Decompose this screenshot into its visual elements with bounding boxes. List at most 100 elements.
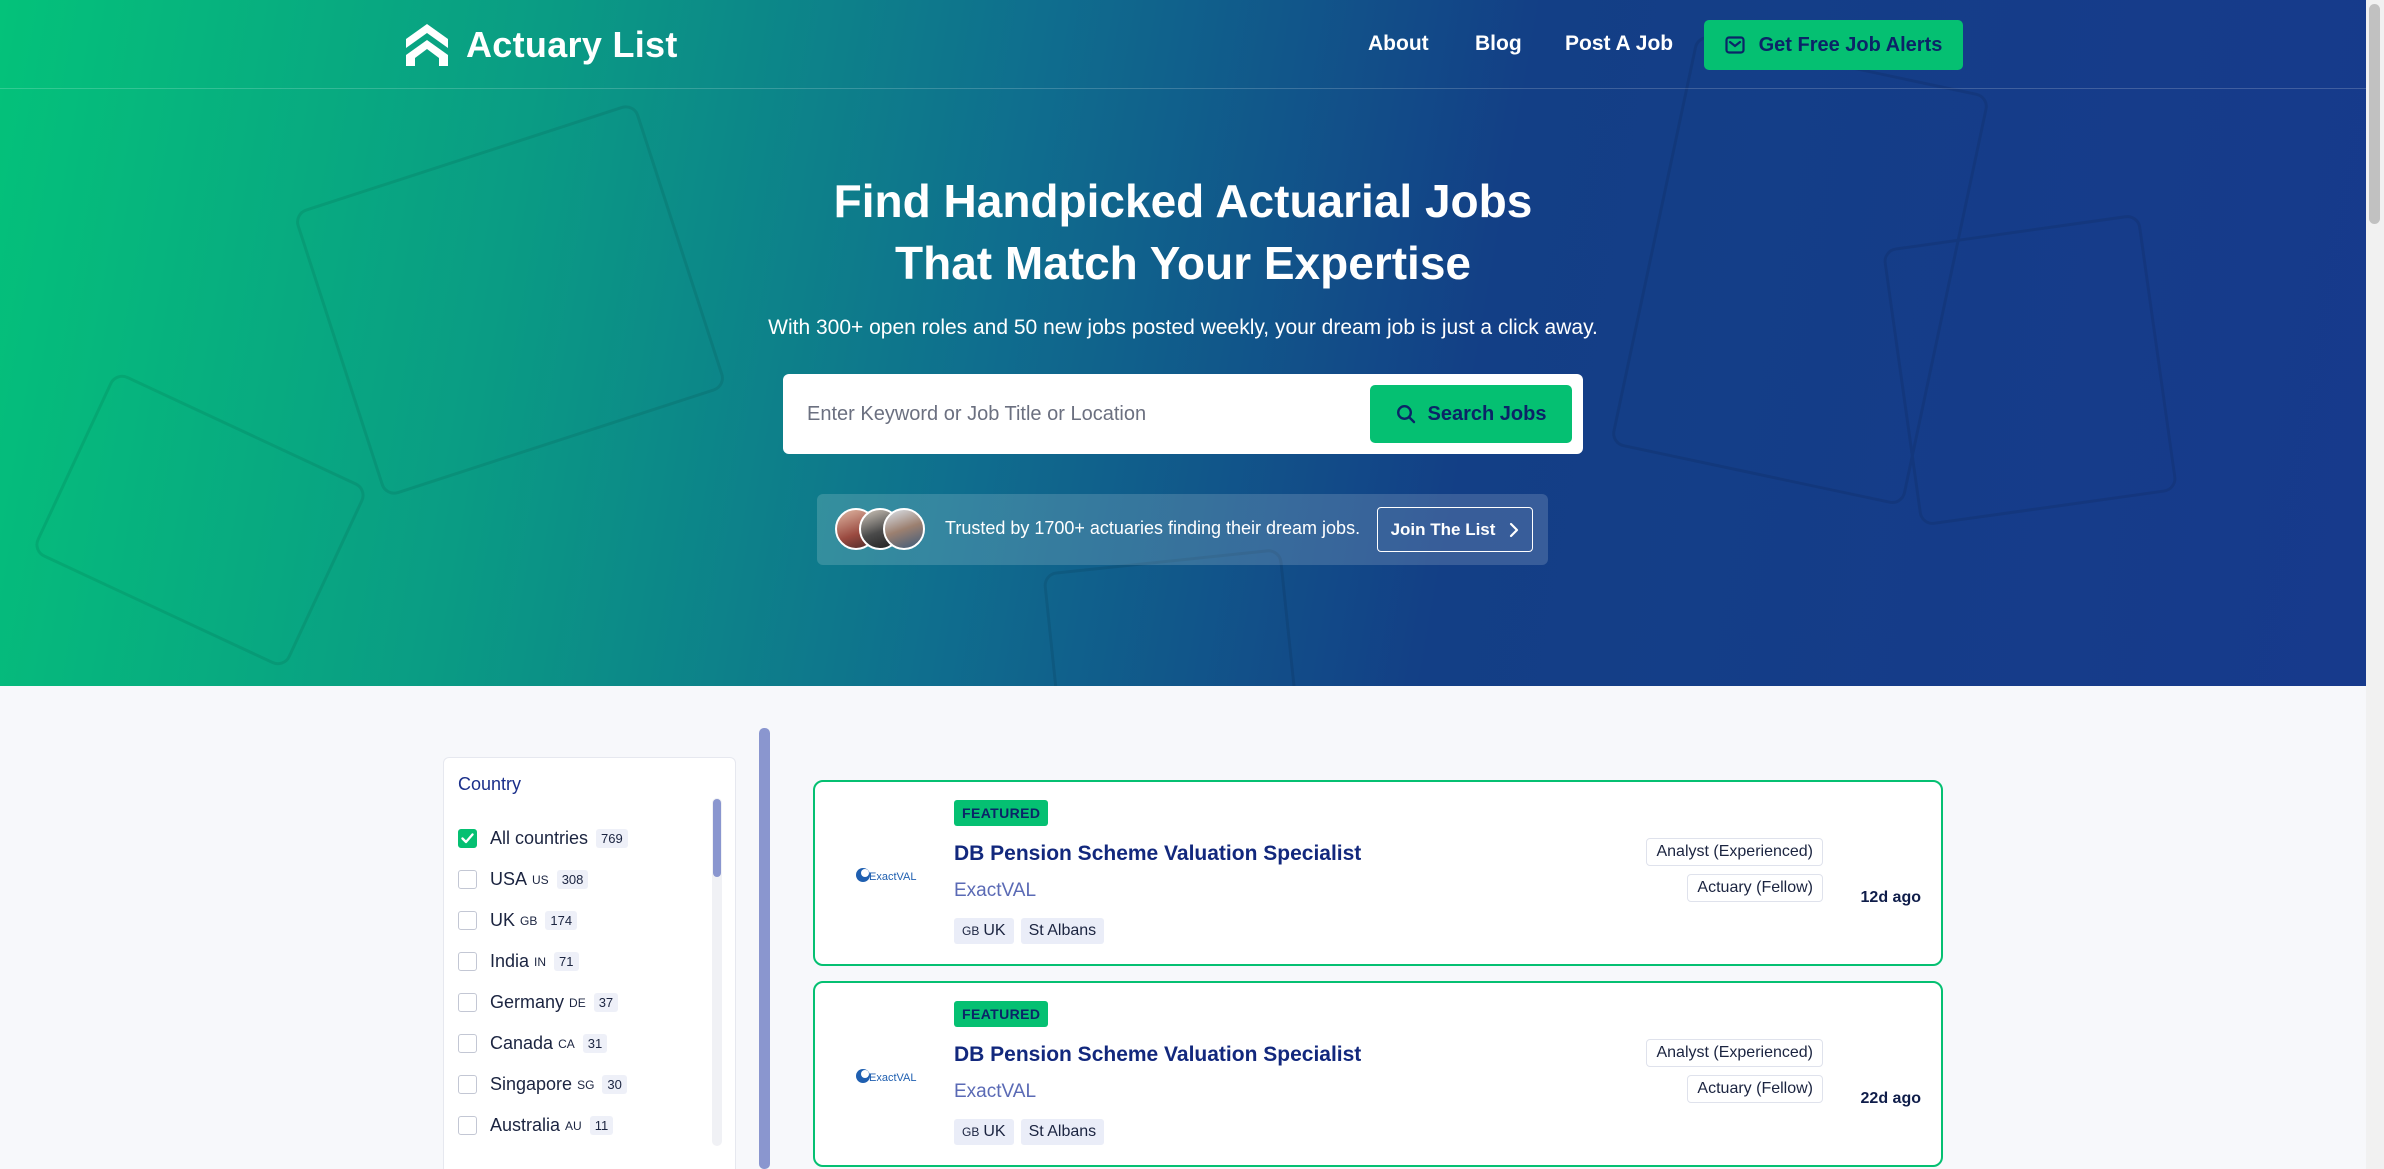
hero-title: Find Handpicked Actuarial Jobs That Matc… [0, 170, 2366, 294]
panel-resize-handle[interactable] [759, 728, 770, 1169]
country-tag-code: GB [962, 1125, 980, 1139]
company-logo-text: ExactVAL [869, 871, 917, 883]
location-tags: GB UK St Albans [954, 918, 1105, 944]
country-filter-item[interactable]: All countries 769 [458, 818, 708, 859]
company-name: ExactVAL [954, 880, 1037, 901]
country-count-badge: 37 [593, 993, 619, 1012]
country-checkbox[interactable] [458, 1034, 477, 1053]
country-tag-label: UK [983, 1123, 1006, 1140]
country-name: Canada [490, 1033, 554, 1053]
get-job-alerts-label: Get Free Job Alerts [1758, 33, 1943, 56]
country-filter-item[interactable]: Australia AU 11 [458, 1105, 708, 1146]
job-search-form: Search Jobs [783, 374, 1583, 454]
country-name: India [490, 951, 530, 971]
country-checkbox[interactable] [458, 952, 477, 971]
country-code: US [532, 872, 549, 887]
country-count-badge: 30 [602, 1075, 627, 1094]
country-checkbox[interactable] [458, 1075, 477, 1094]
company-logo: ExactVAL [855, 862, 919, 888]
job-card[interactable]: ExactVAL FEATURED DB Pension Scheme Valuat… [813, 981, 1943, 1167]
hero-subtitle: With 300+ open roles and 50 new jobs pos… [768, 316, 1598, 339]
search-jobs-button[interactable]: Search Jobs [1370, 385, 1572, 443]
country-checkbox[interactable] [458, 993, 477, 1012]
category-tag: Actuary (Fellow) [1687, 1075, 1823, 1103]
country-filter-panel: Country All countries 769 USA US 308 UK GB 174 I… [443, 757, 736, 1169]
featured-badge: FEATURED [954, 800, 1049, 826]
search-icon [1396, 404, 1415, 424]
country-count-badge: 71 [554, 952, 579, 971]
country-code: DE [569, 995, 586, 1010]
avatar [883, 508, 925, 550]
country-code: AU [565, 1118, 582, 1133]
country-checkbox[interactable] [458, 870, 477, 889]
city-tag: St Albans [1020, 918, 1105, 944]
country-name: UK [490, 910, 516, 930]
country-filter-item[interactable]: Canada CA 31 [458, 1023, 708, 1064]
company-logo-text: ExactVAL [869, 1072, 917, 1084]
country-tag-label: UK [983, 922, 1006, 939]
country-count-badge: 308 [556, 870, 589, 889]
trust-text: Trusted by 1700+ actuaries finding their… [945, 518, 1361, 538]
brand-name: Actuary List [466, 24, 678, 65]
hero-section: Actuary List About Blog Post A Job Get F… [0, 0, 2366, 686]
chevron-right-icon [1510, 522, 1519, 537]
country-list: All countries 769 USA US 308 UK GB 174 India IN 71… [458, 818, 708, 1146]
filter-scrollbar-thumb[interactable] [713, 799, 721, 877]
country-tag-code: GB [962, 924, 980, 938]
country-tag: GB UK [954, 918, 1014, 944]
country-checkbox[interactable] [458, 911, 477, 930]
hero-title-line-1: Find Handpicked Actuarial Jobs [833, 175, 1533, 227]
featured-badge: FEATURED [954, 1001, 1049, 1027]
search-input[interactable] [807, 392, 1347, 436]
country-filter-item[interactable]: Germany DE 37 [458, 982, 708, 1023]
get-job-alerts-button[interactable]: Get Free Job Alerts [1704, 20, 1963, 70]
country-checkbox[interactable] [458, 829, 477, 848]
trust-banner: Trusted by 1700+ actuaries finding their… [817, 494, 1548, 565]
hero-background-texture [0, 0, 2366, 686]
country-code: GB [520, 913, 538, 928]
company-name: ExactVAL [954, 1081, 1037, 1102]
country-filter-item[interactable]: India IN 71 [458, 941, 708, 982]
posted-date: 22d ago [1860, 1090, 1921, 1107]
brand-logo[interactable]: Actuary List [404, 22, 678, 68]
country-name: Germany [490, 992, 565, 1012]
job-card[interactable]: ExactVAL FEATURED DB Pension Scheme Valuat… [813, 780, 1943, 966]
job-title-link[interactable]: DB Pension Scheme Valuation Specialist [954, 842, 1361, 866]
actuary-list-logo-icon [406, 24, 448, 66]
country-name: Singapore [490, 1074, 573, 1094]
nav-post-job-link[interactable]: Post A Job [1565, 32, 1673, 56]
country-tag: GB UK [954, 1119, 1014, 1145]
hero-title-line-2: That Match Your Expertise [895, 237, 1471, 289]
category-tag: Analyst (Experienced) [1646, 1039, 1823, 1067]
country-filter-item[interactable]: USA US 308 [458, 859, 708, 900]
envelope-icon [1725, 36, 1745, 54]
job-title-link[interactable]: DB Pension Scheme Valuation Specialist [954, 1043, 1361, 1067]
country-filter-item[interactable]: UK GB 174 [458, 900, 708, 941]
category-tag: Actuary (Fellow) [1687, 874, 1823, 902]
page-scrollbar-thumb[interactable] [2369, 4, 2380, 224]
country-name: USA [490, 869, 528, 889]
nav-about-link[interactable]: About [1368, 32, 1429, 56]
country-filter-item[interactable]: Singapore SG 30 [458, 1064, 708, 1105]
top-navigation: Actuary List About Blog Post A Job Get F… [0, 0, 2366, 89]
checkmark-icon [461, 833, 474, 844]
posted-date: 12d ago [1860, 889, 1921, 906]
search-jobs-label: Search Jobs [1427, 402, 1547, 425]
nav-blog-link[interactable]: Blog [1475, 32, 1522, 56]
category-tag: Analyst (Experienced) [1646, 838, 1823, 866]
country-checkbox[interactable] [458, 1116, 477, 1135]
country-code: SG [577, 1077, 595, 1092]
join-the-list-button[interactable]: Join The List [1377, 507, 1533, 552]
country-count-badge: 174 [545, 911, 578, 930]
country-code: CA [558, 1036, 575, 1051]
country-count-badge: 31 [582, 1034, 608, 1053]
country-count-badge: 769 [596, 829, 628, 848]
member-avatars [835, 508, 935, 550]
join-the-list-label: Join The List [1390, 519, 1496, 539]
country-name: All countries [490, 828, 589, 848]
city-tag: St Albans [1020, 1119, 1105, 1145]
country-code: IN [534, 954, 547, 969]
country-count-badge: 11 [589, 1116, 614, 1135]
location-tags: GB UK St Albans [954, 1119, 1105, 1145]
country-name: Australia [490, 1115, 561, 1135]
